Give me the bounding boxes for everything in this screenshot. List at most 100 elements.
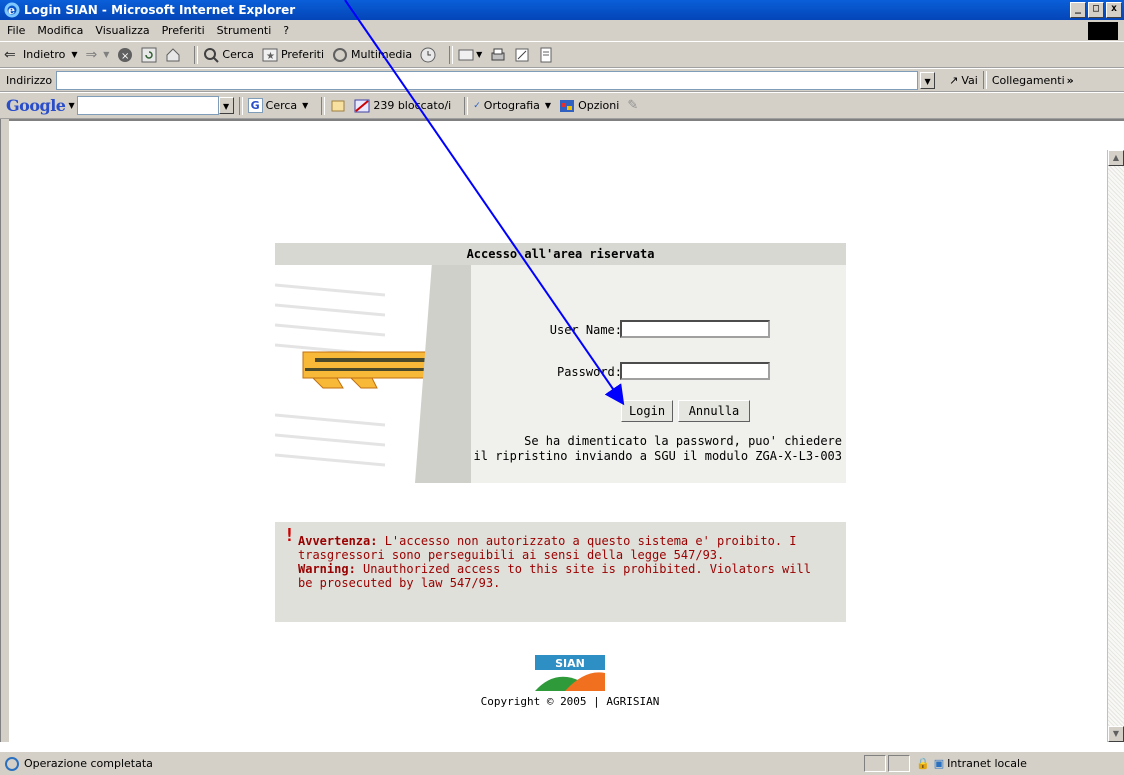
back-button[interactable]: ⇐ Indietro ▼ (4, 47, 78, 63)
spellcheck-icon: ✓ (473, 100, 481, 111)
page-frame (0, 119, 1124, 152)
toolbar-separator (321, 96, 326, 115)
chevron-right-icon[interactable]: » (1067, 74, 1074, 87)
discuss-button[interactable] (538, 47, 554, 63)
stop-button[interactable]: × (117, 47, 133, 63)
favorites-button[interactable]: ★ Preferiti (262, 47, 324, 63)
print-button[interactable] (490, 47, 506, 63)
options-icon (560, 99, 575, 112)
password-recovery-note: Se ha dimenticato la password, puo' chie… (470, 434, 842, 464)
favorites-icon: ★ (262, 48, 278, 62)
media-button[interactable]: Multimedia (332, 47, 412, 63)
sian-logo: SIAN (535, 655, 605, 691)
login-button[interactable]: Login (621, 400, 673, 422)
standard-toolbar: ⇐ Indietro ▼ ⇒ ▼ × Cerca ★ Preferiti Multime… (0, 42, 1124, 68)
close-button[interactable]: x (1106, 2, 1122, 18)
menu-modifica[interactable]: Modifica (37, 24, 83, 37)
menu-help[interactable]: ? (283, 24, 289, 37)
popup-blocker-button[interactable]: 239 bloccato/i (354, 98, 451, 114)
forward-dropdown-icon: ▼ (103, 50, 110, 59)
google-toolbar: Google ▼ ▼ G Cerca ▼ 239 bloccato/i ✓ Ortog… (0, 92, 1124, 119)
address-dropdown-button[interactable]: ▼ (920, 71, 936, 89)
password-label: Password: (556, 365, 622, 379)
warning-it-title: Avvertenza: (298, 534, 378, 548)
sian-logo-text: SIAN (555, 657, 585, 670)
spelling-button[interactable]: ✓ Ortografia ▼ (473, 99, 551, 112)
links-button[interactable]: Collegamenti (992, 74, 1065, 87)
warning-en-title: Warning: (298, 562, 356, 576)
exclamation-icon: ! (284, 525, 295, 546)
svg-text:×: × (121, 51, 129, 62)
intranet-icon: ▣ (933, 757, 945, 770)
forward-arrow-icon: ⇒ (85, 46, 98, 63)
back-dropdown-icon: ▼ (71, 50, 78, 59)
highlighter-icon: ✎ (627, 98, 639, 113)
page-status-icon (5, 756, 19, 771)
go-button[interactable]: Vai (961, 74, 977, 87)
warning-box: ! Avvertenza: L'accesso non autorizzato … (275, 522, 846, 622)
google-search-dropdown[interactable]: ▼ (218, 97, 234, 114)
menu-file[interactable]: File (7, 24, 25, 37)
password-input[interactable] (620, 362, 770, 380)
menu-strumenti[interactable]: Strumenti (217, 24, 272, 37)
google-logo[interactable]: Google (6, 96, 66, 115)
minimize-button[interactable]: _ (1070, 2, 1086, 18)
menu-preferiti[interactable]: Preferiti (162, 24, 205, 37)
login-panel: Accesso all'area riservata User Name: Pa… (275, 243, 846, 483)
edit-icon (515, 48, 529, 61)
scroll-down-button[interactable]: ▼ (1108, 726, 1124, 742)
status-cell (864, 755, 886, 772)
history-icon (420, 47, 436, 62)
maximize-button[interactable]: □ (1088, 2, 1104, 18)
windows-logo-icon (1088, 22, 1118, 40)
google-search-label: Cerca (265, 99, 298, 112)
title-bar: e Login SIAN - Microsoft Internet Explor… (0, 0, 1124, 20)
google-search-button[interactable]: G Cerca ▼ (247, 98, 309, 113)
toolbar-separator (464, 96, 469, 115)
highlight-button[interactable]: ✎ (627, 98, 638, 113)
status-bar: Operazione completata 🔒 ▣ Intranet local… (0, 751, 1124, 775)
edit-button[interactable] (514, 47, 530, 63)
copyright-text: Copyright © 2005 | AGRISIAN (480, 695, 660, 708)
toolbar-separator (449, 45, 454, 64)
search-button[interactable]: Cerca (203, 47, 254, 63)
menu-visualizza[interactable]: Visualizza (95, 24, 149, 37)
google-news-button[interactable] (330, 98, 346, 114)
discuss-icon (540, 47, 552, 62)
forward-button[interactable]: ⇒ ▼ (86, 47, 110, 63)
popup-blocked-count: 239 bloccato/i (373, 99, 452, 112)
google-search-menu-icon: ▼ (302, 101, 309, 110)
print-icon (491, 48, 505, 60)
scroll-up-button[interactable]: ▲ (1108, 150, 1124, 166)
refresh-button[interactable] (141, 47, 157, 63)
address-input[interactable] (56, 70, 919, 90)
search-icon (204, 47, 220, 63)
google-dropdown-icon[interactable]: ▼ (68, 101, 74, 110)
menu-bar: File Modifica Visualizza Preferiti Strum… (0, 20, 1124, 42)
page-left-edge (0, 119, 9, 742)
toolbar-separator (982, 71, 987, 89)
toolbar-separator (238, 96, 243, 115)
footer: SIAN Copyright © 2005 | AGRISIAN (460, 655, 680, 708)
status-cell (888, 755, 910, 772)
note-line-2: il ripristino inviando a SGU il modulo Z… (473, 449, 842, 463)
mail-button[interactable]: ▼ (458, 47, 482, 63)
media-icon (333, 47, 348, 62)
google-g-icon: G (247, 98, 263, 113)
vertical-scrollbar[interactable]: ▲ ▼ (1107, 150, 1124, 742)
google-search-input[interactable] (76, 96, 219, 115)
address-bar: Indirizzo ▼ ↗ Vai Collegamenti » (0, 68, 1124, 92)
cancel-button[interactable]: Annulla (678, 400, 750, 422)
warning-en-text: Unauthorized access to this site is proh… (298, 562, 811, 590)
username-input[interactable] (620, 320, 770, 338)
home-button[interactable] (165, 47, 181, 63)
login-panel-title: Accesso all'area riservata (275, 243, 846, 265)
home-icon (166, 47, 180, 61)
popup-blocker-icon (354, 99, 370, 112)
security-zone: Intranet locale (947, 757, 1027, 770)
options-button[interactable]: Opzioni (559, 98, 619, 114)
history-button[interactable] (420, 47, 436, 63)
status-text: Operazione completata (24, 757, 153, 770)
toolbar-separator (194, 45, 199, 64)
stop-icon: × (118, 47, 133, 62)
